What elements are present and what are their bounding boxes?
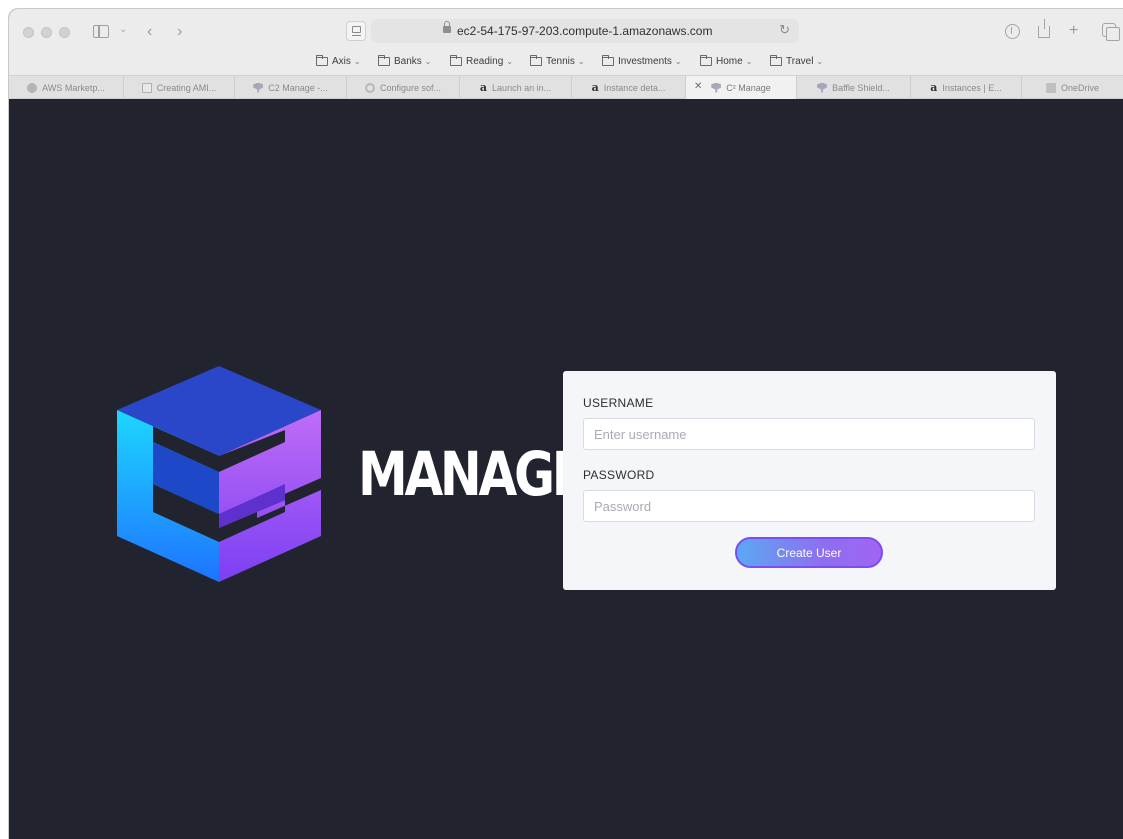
browser-toolbar: ⌄ ‹ › ec2-54-175-97-203.compute-1.amazon… [9,9,1123,56]
folder-icon [450,55,462,66]
onedrive-icon [1045,82,1056,93]
chevron-down-icon[interactable]: ⌄ [119,24,127,35]
tab-c2-manage-active[interactable]: ✕ C² Manage [686,76,797,99]
tab-onedrive[interactable]: OneDrive [1022,76,1123,99]
tab-aws-marketplace[interactable]: AWS Marketp... [9,76,124,99]
folder-icon [316,55,328,66]
c2-icon [253,82,264,93]
favorite-folder-home[interactable]: Home ⌄ [700,55,753,67]
chevron-down-icon: ⌄ [424,57,432,66]
c2-icon [817,82,828,93]
folder-icon [700,55,712,66]
tab-overview-icon[interactable] [1102,23,1120,41]
username-label: USERNAME [583,396,654,410]
sidebar-icon[interactable] [93,25,109,38]
tab-baffle-shield[interactable]: Baffle Shield... [797,76,911,99]
amazon-icon: a [479,81,488,94]
page-menu-icon[interactable] [346,21,366,41]
chevron-down-icon: ⌄ [577,57,585,66]
back-icon[interactable]: ‹ [147,22,152,42]
tab-c2-manage[interactable]: C2 Manage -... [235,76,347,99]
tab-configure-software[interactable]: Configure sof... [347,76,460,99]
chevron-down-icon: ⌄ [816,57,824,66]
create-user-card: USERNAME PASSWORD Create User [563,371,1056,590]
folder-icon [378,55,390,66]
favorites-bar: ⁝⁝⁝ Axis⌄ Banks⌄ Reading⌄ Tennis⌄ Invest… [9,52,1123,112]
tab-instances[interactable]: a Instances | E... [911,76,1022,99]
chevron-down-icon: ⌄ [506,57,513,66]
new-tab-icon[interactable]: + [1069,21,1078,41]
lock-icon [443,21,451,33]
folder-icon [770,55,782,66]
brand-wordmark: MANAGE [358,439,586,510]
tab-instance-details[interactable]: a Instance deta... [572,76,686,99]
tab-creating-ami[interactable]: Creating AMI... [124,76,235,99]
page-content: MANAGE USERNAME PASSWORD Create User [9,99,1123,839]
forward-icon[interactable]: › [177,22,182,42]
password-input[interactable] [583,490,1035,522]
tab-bar: AWS Marketp... Creating AMI... C2 Manage… [9,75,1123,99]
url-text: ec2-54-175-97-203.compute-1.amazonaws.co… [457,24,713,38]
zoom-window-button[interactable] [59,27,70,38]
create-user-button[interactable]: Create User [735,537,883,568]
address-bar[interactable]: ec2-54-175-97-203.compute-1.amazonaws.co… [371,19,799,43]
folder-icon [602,55,614,66]
chevron-down-icon: ⌄ [674,57,682,66]
share-icon[interactable] [1038,19,1050,38]
favorite-folder-travel[interactable]: Travel ⌄ [770,55,824,67]
browser-window: ⌄ ‹ › ec2-54-175-97-203.compute-1.amazon… [8,8,1123,839]
gear-icon [364,82,375,93]
favorite-folder-banks[interactable]: Banks ⌄ [378,55,432,67]
page-icon [141,82,152,93]
close-window-button[interactable] [23,27,34,38]
password-label: PASSWORD [583,468,655,482]
reload-icon[interactable]: ↻ [779,22,790,38]
favorite-folder-axis[interactable]: Axis ⌄ [316,55,361,67]
c2-logo-icon [117,366,321,582]
favorite-folder-reading[interactable]: Reading ⌄ [450,55,513,67]
minimize-window-button[interactable] [41,27,52,38]
amazon-icon: a [930,81,938,94]
close-tab-icon[interactable]: ✕ [694,81,702,92]
favorite-folder-investments[interactable]: Investments ⌄ [602,55,682,67]
tab-launch-instance[interactable]: a Launch an in... [460,76,572,99]
folder-icon [530,55,542,66]
download-icon[interactable] [1005,24,1020,39]
chevron-down-icon: ⌄ [353,57,361,66]
username-input[interactable] [583,418,1035,450]
c2-icon [711,82,722,93]
globe-icon [27,82,38,93]
chevron-down-icon: ⌄ [745,57,753,66]
amazon-icon: a [591,81,599,94]
favorite-folder-tennis[interactable]: Tennis ⌄ [530,55,585,67]
